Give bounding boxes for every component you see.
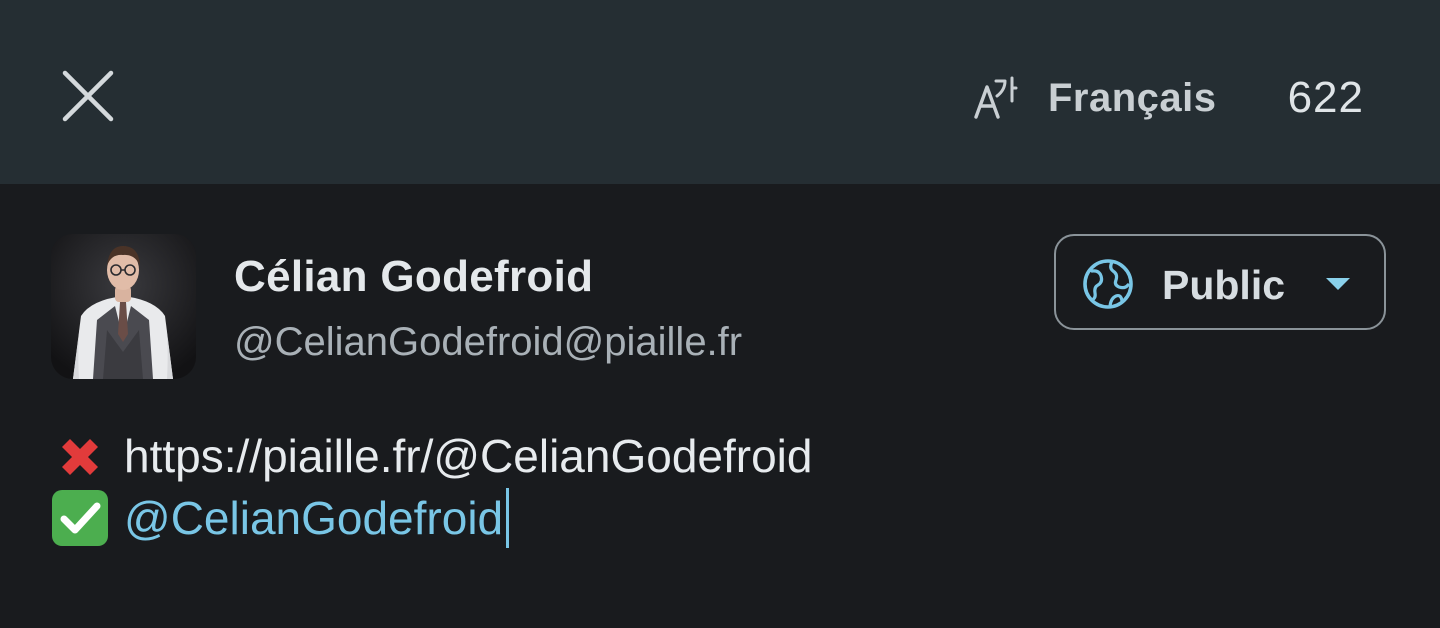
close-icon: [62, 70, 114, 122]
avatar: [51, 234, 196, 379]
language-selector[interactable]: Français: [972, 70, 1217, 126]
visibility-label: Public: [1162, 262, 1286, 308]
character-counter: 622: [1287, 73, 1364, 122]
compose-mention[interactable]: @CelianGodefroid: [124, 491, 503, 545]
visibility-dropdown[interactable]: Public: [1054, 234, 1386, 330]
compose-screen: Français 622 Célian Godefroid @CelianGod…: [0, 0, 1440, 628]
language-label: Français: [1048, 75, 1217, 120]
account-handle: @CelianGodefroid@piaille.fr: [234, 320, 743, 364]
check-mark-emoji: [52, 490, 108, 546]
text-cursor: [506, 488, 510, 548]
display-name: Célian Godefroid: [234, 252, 594, 301]
globe-icon: [1083, 259, 1133, 309]
compose-line: https://piaille.fr/@CelianGodefroid: [52, 424, 812, 488]
top-app-bar: Français 622: [0, 0, 1440, 184]
compose-text-area[interactable]: https://piaille.fr/@CelianGodefroid @Cel…: [52, 420, 1392, 580]
caret-down-icon: [1326, 278, 1350, 290]
compose-url-text: https://piaille.fr/@CelianGodefroid: [124, 430, 813, 482]
cross-mark-emoji: [52, 428, 108, 484]
compose-line: @CelianGodefroid: [52, 486, 510, 550]
translate-icon: [972, 75, 1018, 121]
profile-photo: [51, 234, 196, 379]
close-button[interactable]: [56, 64, 120, 128]
